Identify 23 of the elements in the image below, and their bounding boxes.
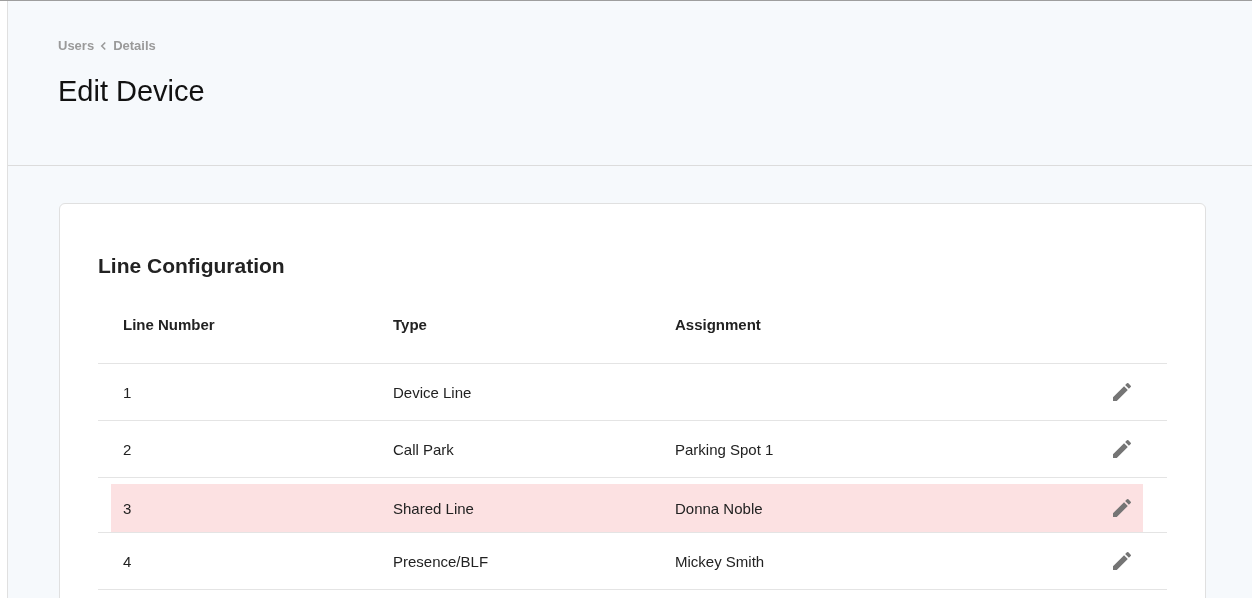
chevron-left-icon: [100, 40, 108, 51]
table-cell-text: 2: [123, 440, 133, 458]
table-cell-text: Device Line: [393, 383, 473, 401]
breadcrumb-link[interactable]: Users: [58, 38, 95, 53]
table-cell-text: Donna Noble: [675, 499, 764, 517]
table-cell-text: 4: [123, 552, 133, 570]
table-cell-text: Call Park: [393, 440, 455, 458]
table-cell-text: Presence/BLF: [393, 552, 490, 570]
table-cell-text: 3: [123, 499, 133, 517]
breadcrumb-current: Details: [113, 38, 156, 53]
pencil-icon: [1110, 496, 1134, 520]
column-header: Assignment: [675, 316, 762, 335]
pencil-icon: [1110, 437, 1134, 461]
card-title: Line Configuration: [98, 254, 286, 278]
column-header: Type: [393, 316, 428, 335]
table-cell-text: Mickey Smith: [675, 552, 766, 570]
table-cell-text: Shared Line: [393, 499, 475, 517]
table-cell-text: Parking Spot 1: [675, 440, 775, 458]
pencil-icon: [1110, 549, 1134, 573]
table-cell-text: 1: [123, 383, 133, 401]
page-title: Edit Device: [58, 75, 206, 108]
pencil-icon: [1110, 380, 1134, 404]
column-header: Line Number: [123, 316, 216, 335]
